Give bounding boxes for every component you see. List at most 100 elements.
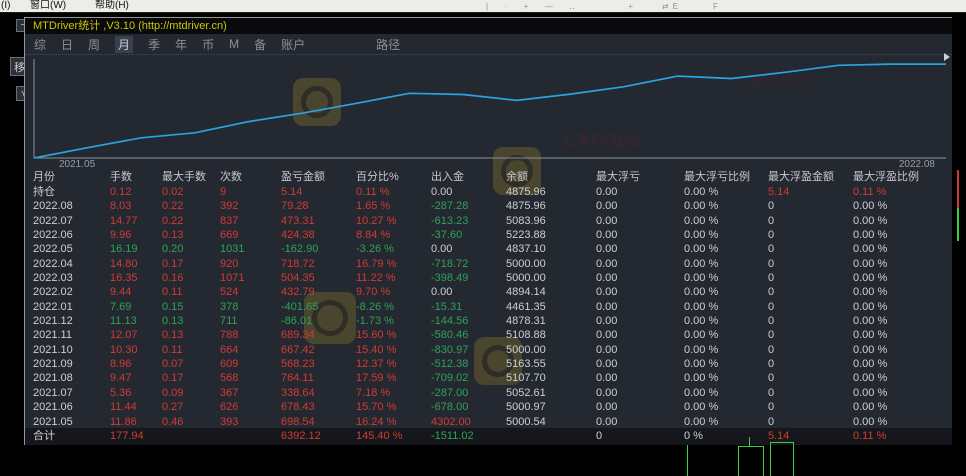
table-row[interactable]: 2021.075.360.09367338.647.18 %-287.00505…	[33, 386, 951, 400]
table-cell: 9.96	[110, 228, 162, 242]
table-cell: 0.00 %	[684, 400, 768, 414]
table-cell: 1031	[220, 242, 281, 256]
table-cell: 2022.08	[33, 199, 110, 213]
table-cell: 5083.96	[506, 214, 596, 228]
table-row[interactable]: 2021.089.470.17568764.1117.59 %-709.0251…	[33, 371, 951, 385]
chart-scroll-arrow-icon[interactable]	[944, 53, 950, 61]
table-cell: 0 %	[684, 428, 768, 445]
column-header: 月份	[33, 169, 110, 185]
table-cell: 0	[768, 357, 853, 371]
table-row[interactable]: 2021.1112.070.13788689.3415.60 %-580.465…	[33, 328, 951, 342]
table-cell: 5000.54	[506, 415, 596, 429]
table-cell: 0	[768, 386, 853, 400]
tab-备[interactable]: 备	[254, 36, 266, 53]
table-cell: 626	[220, 400, 281, 414]
table-cell: -401.65	[281, 300, 356, 314]
table-cell: 698.54	[281, 415, 356, 429]
table-cell: 79.28	[281, 199, 356, 213]
table-cell: 11.22 %	[356, 271, 431, 285]
table-cell: 0.00 %	[684, 214, 768, 228]
table-row[interactable]: 2021.0611.440.27626678.4315.70 %-678.005…	[33, 400, 951, 414]
tab-季[interactable]: 季	[148, 36, 160, 53]
tab-年[interactable]: 年	[175, 36, 187, 53]
edge-green-line	[957, 208, 959, 241]
table-cell: 16.35	[110, 271, 162, 285]
table-cell: 2022.03	[33, 271, 110, 285]
table-row[interactable]: 2021.0511.860.46393698.5416.24 %4302.005…	[33, 415, 951, 429]
table-row[interactable]: 2022.0516.190.201031-162.90-3.26 %0.0048…	[33, 242, 951, 256]
table-cell: 0.00 %	[853, 300, 950, 314]
tab-账户[interactable]: 账户	[281, 36, 305, 53]
table-row[interactable]: 持仓0.120.0295.140.11 %0.004875.960.000.00…	[33, 185, 951, 199]
table-cell: 718.72	[281, 257, 356, 271]
bottom-artifact-line	[687, 445, 688, 476]
table-cell: 0.11 %	[853, 428, 950, 445]
table-row[interactable]: 2022.0316.350.161071504.3511.22 %-398.49…	[33, 271, 951, 285]
table-cell: 177.94	[110, 428, 162, 445]
table-cell: 837	[220, 214, 281, 228]
table-cell: 11.44	[110, 400, 162, 414]
table-cell: 5000.00	[506, 343, 596, 357]
table-cell: 0.00	[596, 285, 684, 299]
table-cell: -287.28	[431, 199, 506, 213]
table-row[interactable]: 2021.1010.300.11664667.4215.40 %-830.975…	[33, 343, 951, 357]
table-cell: 17.59 %	[356, 371, 431, 385]
table-total-row[interactable]: 合计177.946392.12145.40 %-1511.0200 %5.140…	[33, 428, 952, 445]
table-cell: -8.26 %	[356, 300, 431, 314]
table-cell: 0.00 %	[684, 300, 768, 314]
table-cell: 145.40 %	[356, 428, 431, 445]
tab-path[interactable]: 路径	[376, 36, 400, 53]
table-cell: 5.14	[768, 185, 853, 199]
mtdriver-stats-panel: MTDriver统计 ,V3.10 (http://mtdriver.cn) 综…	[24, 17, 952, 445]
profit-chart[interactable]: 2021.05 2022.08	[25, 54, 951, 171]
table-row[interactable]: 2021.098.960.07609568.2312.37 %-512.3851…	[33, 357, 951, 371]
table-cell: 393	[220, 415, 281, 429]
table-cell: 0.13	[162, 328, 220, 342]
tab-周[interactable]: 周	[88, 36, 100, 53]
table-cell: 0.00 %	[853, 271, 950, 285]
table-cell: 0.00	[596, 328, 684, 342]
tab-币[interactable]: 币	[202, 36, 214, 53]
table-cell: -144.56	[431, 314, 506, 328]
table-row[interactable]: 2021.1211.130.13711-86.01-1.73 %-144.564…	[33, 314, 951, 328]
table-cell: 0.00 %	[853, 199, 950, 213]
table-cell: 920	[220, 257, 281, 271]
table-cell: 0.00 %	[853, 257, 950, 271]
table-cell: 0	[768, 400, 853, 414]
table-cell: 2022.06	[33, 228, 110, 242]
table-cell: 788	[220, 328, 281, 342]
table-cell: -512.38	[431, 357, 506, 371]
tab-月[interactable]: 月	[115, 36, 133, 53]
table-cell: 12.37 %	[356, 357, 431, 371]
tab-M[interactable]: M	[229, 37, 239, 51]
table-cell: 0.00	[596, 242, 684, 256]
table-row[interactable]: 2022.017.690.15378-401.65-8.26 %-15.3144…	[33, 300, 951, 314]
menu-item-help[interactable]: 帮助(H)	[95, 0, 129, 12]
table-row[interactable]: 2022.088.030.2239279.281.65 %-287.284875…	[33, 199, 951, 213]
table-row[interactable]: 2022.0714.770.22837473.3110.27 %-613.235…	[33, 214, 951, 228]
table-cell: 0.00	[596, 415, 684, 429]
table-cell: 0	[596, 428, 684, 445]
table-cell: 5.14	[281, 185, 356, 199]
menu-item-window[interactable]: 窗口(W)	[30, 0, 66, 12]
table-cell: 0.00 %	[853, 400, 950, 414]
menu-item-partial[interactable]: (I)	[1, 0, 10, 12]
column-header: 最大浮盈比例	[853, 169, 950, 185]
tab-综[interactable]: 综	[34, 36, 46, 53]
stats-table: 月份手数最大手数次数盈亏金额百分比%出入金余额最大浮亏最大浮亏比例最大浮盈金额最…	[25, 169, 951, 429]
table-cell: -37.60	[431, 228, 506, 242]
table-cell: 5107.70	[506, 371, 596, 385]
table-cell: 0.00 %	[853, 415, 950, 429]
table-cell: 0.00	[596, 400, 684, 414]
table-row[interactable]: 2022.0414.800.17920718.7216.79 %-718.725…	[33, 257, 951, 271]
tab-日[interactable]: 日	[61, 36, 73, 53]
profit-chart-svg	[25, 55, 951, 172]
table-cell: 1.65 %	[356, 199, 431, 213]
table-row[interactable]: 2022.069.960.13669424.388.84 %-37.605223…	[33, 228, 951, 242]
table-cell: 14.77	[110, 214, 162, 228]
table-row[interactable]: 2022.029.440.11524432.799.70 %0.004894.1…	[33, 285, 951, 299]
table-cell: 9.44	[110, 285, 162, 299]
table-cell: 15.60 %	[356, 328, 431, 342]
table-cell: 0	[768, 257, 853, 271]
table-cell: 2021.12	[33, 314, 110, 328]
